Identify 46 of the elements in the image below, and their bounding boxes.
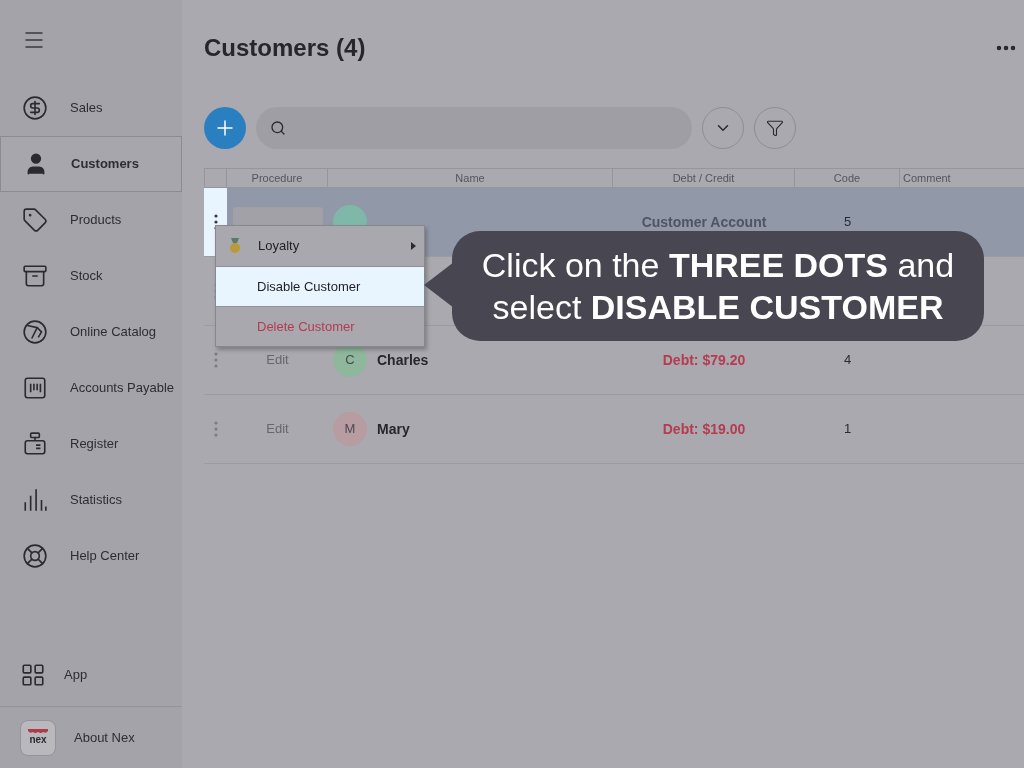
logo-icon: nex bbox=[20, 719, 56, 756]
column-header[interactable]: Debt / Credit bbox=[613, 169, 795, 187]
column-header[interactable]: Comment bbox=[900, 169, 1024, 187]
sidebar-item[interactable]: Products bbox=[0, 192, 182, 248]
balance-text: Debt: $79.20 bbox=[661, 350, 747, 370]
three-dots-icon[interactable] bbox=[213, 352, 218, 368]
code-cell-text: 4 bbox=[842, 351, 853, 370]
customer-name: Charles bbox=[377, 350, 429, 370]
column-header[interactable]: Procedure bbox=[227, 169, 328, 187]
code-cell-text: 5 bbox=[842, 213, 853, 232]
globe-icon bbox=[22, 319, 48, 345]
sidebar-item[interactable]: Statistics bbox=[0, 472, 182, 528]
cash-register-icon bbox=[22, 431, 48, 457]
code-cell-text: 1 bbox=[842, 420, 853, 439]
sidebar-item[interactable]: Help Center bbox=[0, 528, 182, 584]
box-icon bbox=[22, 263, 48, 289]
search-icon bbox=[270, 120, 286, 136]
sidebar-item[interactable]: Customers bbox=[0, 136, 182, 192]
three-dots-icon[interactable] bbox=[213, 421, 218, 437]
column-header[interactable]: Name bbox=[328, 169, 613, 187]
sidebar-item[interactable]: Online Catalog bbox=[0, 304, 182, 360]
sidebar-item[interactable]: Stock bbox=[0, 248, 182, 304]
tag-icon bbox=[22, 207, 48, 233]
barcode-icon bbox=[22, 375, 48, 401]
menu-item[interactable]: Disable Customer bbox=[216, 266, 424, 306]
customer-name: Mary bbox=[377, 419, 410, 439]
column-header[interactable]: Code bbox=[795, 169, 900, 187]
sidebar-item[interactable]: Sales bbox=[0, 80, 182, 136]
sidebar-item[interactable]: nex About Nex bbox=[0, 706, 182, 768]
balance-text: Customer Account bbox=[640, 212, 768, 232]
sidebar-item[interactable]: App bbox=[0, 644, 182, 706]
lifebuoy-icon bbox=[22, 543, 48, 569]
sidebar-item[interactable]: Accounts Payable bbox=[0, 360, 182, 416]
avatar: M bbox=[333, 412, 367, 446]
balance-text: Debt: $19.00 bbox=[661, 419, 747, 439]
bar-chart-icon bbox=[22, 487, 48, 513]
grid-icon bbox=[20, 662, 46, 688]
page-title: Customers (4) bbox=[204, 33, 366, 63]
add-button[interactable] bbox=[204, 107, 246, 149]
caret-icon bbox=[411, 242, 416, 250]
filter-icon bbox=[766, 119, 784, 137]
table-row[interactable]: Edit M Mary Debt: $19.00 1 bbox=[204, 395, 1024, 464]
sidebar-item[interactable]: Register bbox=[0, 416, 182, 472]
search-field[interactable] bbox=[256, 107, 692, 149]
medal-icon bbox=[228, 238, 242, 254]
dollar-icon bbox=[22, 95, 48, 121]
